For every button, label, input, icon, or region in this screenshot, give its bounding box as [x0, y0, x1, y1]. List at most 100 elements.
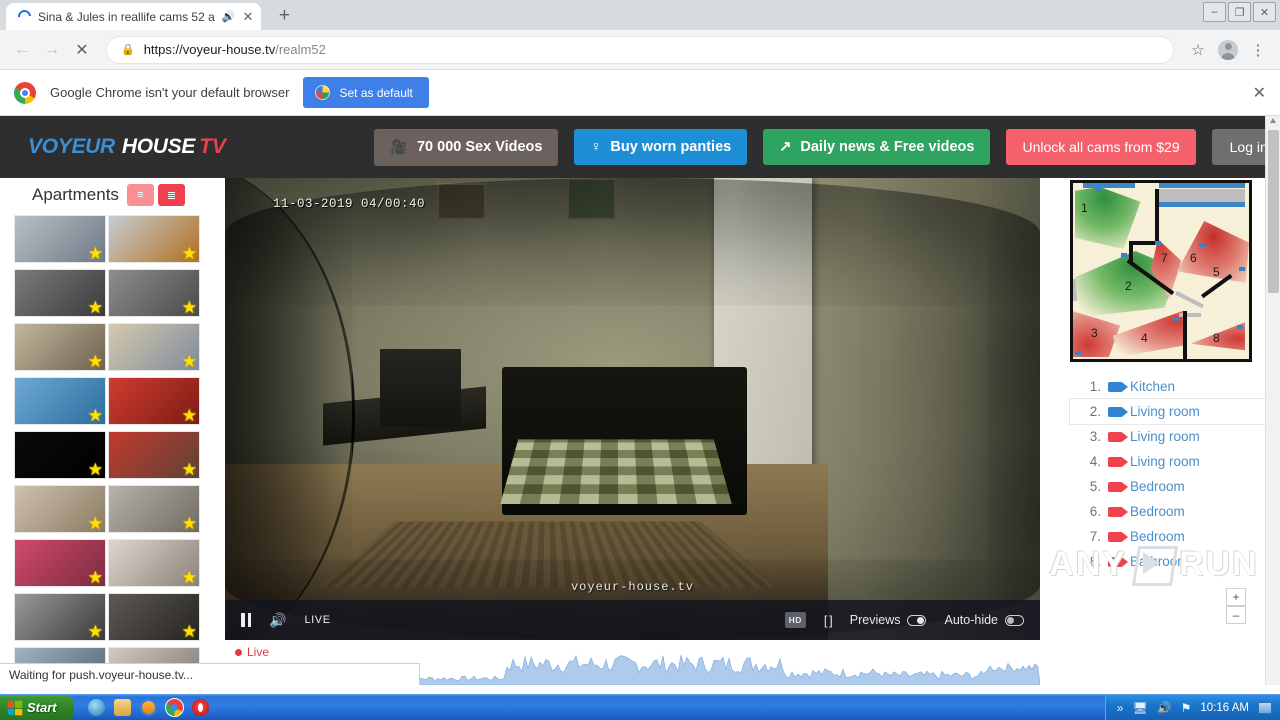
chrome-icon[interactable]	[164, 698, 184, 717]
media-player-icon[interactable]	[139, 699, 157, 716]
menu-icon[interactable]: ⋮	[1244, 36, 1272, 64]
list-view-button[interactable]: ≡	[126, 184, 154, 206]
flag-icon[interactable]: ⚑	[1181, 701, 1192, 715]
premium-star-icon: ★	[181, 568, 197, 587]
pause-icon[interactable]	[241, 613, 251, 627]
apartment-thumb-14[interactable]: ★	[108, 539, 200, 587]
profile-avatar-icon[interactable]	[1214, 36, 1242, 64]
apartment-thumb-7[interactable]: ★	[14, 377, 106, 425]
windows-taskbar: Start » 🖥 🔊 ⚑ 10:16 AM	[0, 694, 1280, 720]
quick-launch-bar	[80, 698, 217, 717]
logo-part-1: VOYEUR	[28, 135, 115, 158]
premium-star-icon: ★	[87, 406, 103, 425]
apartment-thumb-1[interactable]: ★	[14, 215, 106, 263]
room-item-7[interactable]: 7. Bedroom	[1070, 524, 1280, 549]
minimize-button[interactable]: –	[1203, 2, 1226, 22]
apartment-thumb-2[interactable]: ★	[108, 215, 200, 263]
room-item-4[interactable]: 4. Living room	[1070, 449, 1280, 474]
video-watermark: voyeur-house.tv	[570, 580, 695, 594]
floorplan-zone-3[interactable]: 3	[1091, 326, 1098, 340]
volume-tray-icon[interactable]: 🔊	[1157, 701, 1172, 715]
new-tab-button[interactable]: +	[271, 3, 297, 29]
daily-news-button[interactable]: ↗ Daily news & Free videos	[763, 129, 991, 165]
apartment-thumb-11[interactable]: ★	[14, 485, 106, 533]
start-button[interactable]: Start	[0, 694, 74, 720]
apartment-thumb-5[interactable]: ★	[14, 323, 106, 371]
restore-button[interactable]: ❐	[1228, 2, 1251, 22]
room-item-1[interactable]: 1. Kitchen	[1070, 374, 1280, 399]
bookmark-star-icon[interactable]: ☆	[1184, 36, 1212, 64]
fullscreen-icon[interactable]: [ ]	[824, 613, 833, 628]
buy-panties-button[interactable]: ♀ Buy worn panties	[574, 129, 748, 165]
floorplan-zone-1[interactable]: 1	[1081, 201, 1088, 215]
previews-toggle[interactable]: Previews	[850, 613, 927, 627]
video-player[interactable]: 11-03-2019 04/00:40 voyeur-house.tv 🔊 LI…	[225, 178, 1040, 640]
room-item-2[interactable]: 2. Living room	[1070, 399, 1280, 424]
live-label: LIVE	[304, 614, 331, 626]
timeline-live-label: Live	[247, 645, 270, 659]
premium-star-icon: ★	[181, 406, 197, 425]
volume-icon[interactable]: 🔊	[269, 612, 286, 629]
page-scrollbar[interactable]	[1265, 116, 1280, 685]
apartment-thumb-13[interactable]: ★	[14, 539, 106, 587]
show-desktop-icon[interactable]	[1258, 701, 1272, 714]
internet-explorer-icon[interactable]	[87, 699, 105, 716]
previews-switch-icon[interactable]	[907, 614, 927, 626]
opera-icon[interactable]	[191, 699, 209, 716]
apartment-thumb-12[interactable]: ★	[108, 485, 200, 533]
buy-panties-label: Buy worn panties	[610, 139, 732, 155]
folder-icon[interactable]	[113, 699, 131, 716]
stop-button[interactable]: ✕	[68, 36, 96, 64]
floorplan-zone-7[interactable]: 7	[1161, 251, 1168, 265]
apartment-thumb-10[interactable]: ★	[108, 431, 200, 479]
close-icon[interactable]: ✕	[242, 10, 253, 23]
speaker-icon[interactable]: 🔊	[222, 10, 236, 23]
autohide-switch-icon[interactable]	[1005, 614, 1024, 626]
lock-icon: 🔒	[121, 44, 135, 56]
zoom-out-button[interactable]: –	[1226, 606, 1246, 624]
autohide-toggle[interactable]: Auto-hide	[944, 613, 1024, 627]
premium-star-icon: ★	[181, 622, 197, 641]
sex-videos-button[interactable]: 🎥 70 000 Sex Videos	[373, 128, 559, 166]
infobar-close-icon[interactable]: ✕	[1253, 83, 1266, 103]
apartments-sidebar: Apartments ≡ ≣ ★ ★ ★ ★ ★ ★ ★ ★ ★ ★ ★ ★ ★ ★ ★ ★	[0, 178, 225, 685]
tray-expand-icon[interactable]: »	[1117, 701, 1124, 715]
apartment-thumb-3[interactable]: ★	[14, 269, 106, 317]
apartment-thumb-6[interactable]: ★	[108, 323, 200, 371]
floorplan-zone-4[interactable]: 4	[1141, 331, 1148, 345]
back-button[interactable]: ←	[8, 36, 36, 64]
floorplan-zone-5[interactable]: 5	[1213, 265, 1220, 279]
room-item-6[interactable]: 6. Bedroom	[1070, 499, 1280, 524]
floorplan-zone-6[interactable]: 6	[1190, 251, 1197, 265]
sidebar-header: Apartments ≡ ≣	[14, 184, 225, 206]
floorplan-map[interactable]: 1 2 3 4 5 6 7 8	[1070, 180, 1252, 362]
set-as-default-button[interactable]: Set as default	[303, 77, 429, 108]
forward-button[interactable]: →	[38, 36, 66, 64]
browser-tab[interactable]: Sina & Jules in reallife cams 52 a 🔊 ✕	[6, 3, 262, 30]
camera-icon	[1108, 506, 1128, 517]
room-item-3[interactable]: 3. Living room	[1070, 424, 1280, 449]
room-item-8[interactable]: 8. Bathroom	[1070, 549, 1280, 574]
room-item-5[interactable]: 5. Bedroom	[1070, 474, 1280, 499]
camera-icon	[1108, 381, 1128, 392]
close-window-button[interactable]: ✕	[1253, 2, 1276, 22]
hd-quality-button[interactable]: HD	[784, 612, 806, 628]
apartment-thumb-9[interactable]: ★	[14, 431, 106, 479]
apartment-thumb-8[interactable]: ★	[108, 377, 200, 425]
apartment-thumb-15[interactable]: ★	[14, 593, 106, 641]
scroll-up-arrow-icon[interactable]	[1270, 118, 1276, 123]
floorplan-zone-8[interactable]: 8	[1213, 331, 1220, 345]
address-bar[interactable]: 🔒 https://voyeur-house.tv/realm52	[106, 35, 1174, 64]
browser-toolbar: ← → ✕ 🔒 https://voyeur-house.tv/realm52 …	[0, 30, 1280, 70]
apartment-thumb-16[interactable]: ★	[108, 593, 200, 641]
network-icon[interactable]: 🖥	[1132, 701, 1147, 715]
camera-icon	[1108, 456, 1128, 467]
apartment-thumb-4[interactable]: ★	[108, 269, 200, 317]
unlock-cams-button[interactable]: Unlock all cams from $29	[1006, 129, 1196, 165]
scrollbar-thumb[interactable]	[1268, 130, 1279, 293]
site-logo[interactable]: VOYEUR HOUSE TV	[28, 135, 226, 159]
grid-view-button[interactable]: ≣	[157, 184, 185, 206]
zoom-in-button[interactable]: +	[1226, 588, 1246, 606]
system-tray: » 🖥 🔊 ⚑ 10:16 AM	[1104, 694, 1280, 720]
floorplan-zone-2[interactable]: 2	[1125, 279, 1132, 293]
